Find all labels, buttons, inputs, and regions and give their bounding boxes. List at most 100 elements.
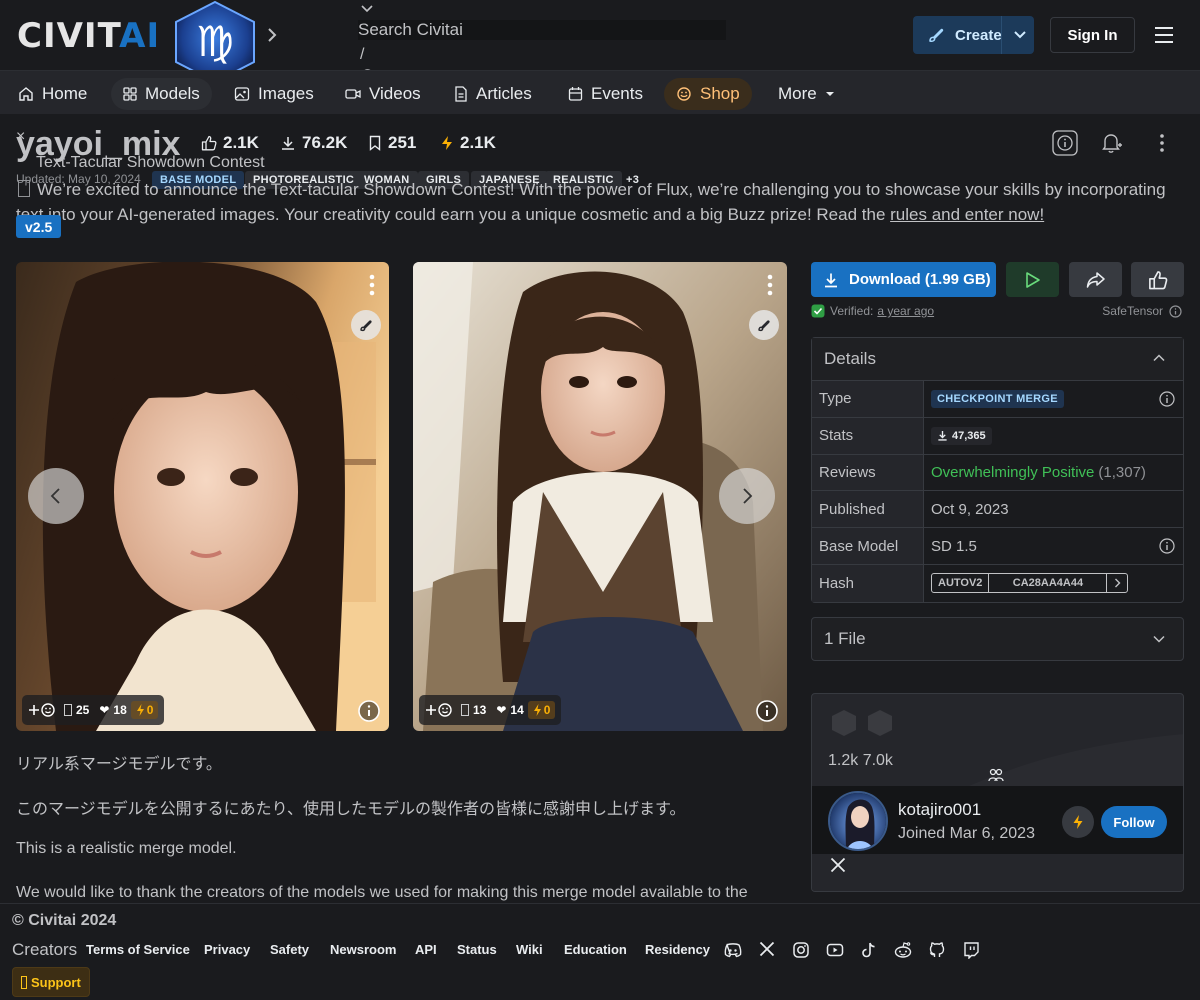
nav-models[interactable]: Models [111, 78, 212, 110]
lightning-icon [533, 704, 541, 716]
creator-avatar[interactable] [828, 791, 888, 851]
details-row-type: Type CHECKPOINT MERGE [812, 381, 1183, 418]
footer-link-status[interactable]: Status [457, 942, 497, 957]
remix-button[interactable] [749, 310, 779, 340]
bookmarks-stat: 251 [368, 133, 416, 153]
footer-link-creators[interactable]: Creators [12, 940, 77, 960]
details-row-published: Published Oct 9, 2023 [812, 491, 1183, 529]
image-icon [234, 87, 250, 101]
creator-username[interactable]: kotajiro001 [898, 800, 981, 820]
nav-articles-label: Articles [476, 84, 532, 103]
buzz-tip-button[interactable]: 0 [527, 701, 556, 719]
youtube-icon[interactable] [826, 941, 844, 959]
footer-link-api[interactable]: API [415, 942, 437, 957]
nav-home[interactable]: Home [8, 78, 97, 110]
verified-time-link[interactable]: a year ago [877, 304, 934, 318]
civitai-logo[interactable]: CIVITAI [17, 19, 160, 53]
hamburger-menu-icon[interactable] [1154, 26, 1174, 44]
info-icon[interactable] [1159, 391, 1175, 407]
verified-status: Verified: a year ago [811, 304, 934, 318]
svg-text:♍: ♍ [196, 17, 234, 66]
thumbs-up-icon [201, 135, 217, 151]
hash-next-icon[interactable] [1107, 578, 1127, 588]
footer-link-privacy[interactable]: Privacy [204, 942, 250, 957]
details-key: Reviews [812, 454, 924, 491]
buzz-count: 2.1K [460, 133, 496, 152]
nav-shop[interactable]: Shop [664, 78, 752, 110]
github-icon[interactable] [928, 941, 946, 959]
share-icon [1086, 271, 1105, 288]
chevron-down-icon[interactable] [1013, 28, 1027, 42]
chevron-down-icon[interactable] [360, 4, 374, 14]
nav-articles[interactable]: Articles [444, 78, 542, 110]
video-icon [345, 89, 361, 99]
share-button[interactable] [1069, 262, 1122, 297]
info-icon[interactable] [1052, 130, 1078, 156]
footer-link-residency[interactable]: Residency [645, 942, 710, 957]
reddit-icon[interactable] [893, 941, 913, 959]
footer-copyright: © Civitai 2024 [12, 912, 117, 929]
hash-box[interactable]: AUTOV2 CA28AA4A44 [931, 573, 1129, 594]
instagram-icon[interactable] [792, 941, 810, 959]
image-menu-icon[interactable] [767, 274, 773, 296]
x-social-icon[interactable] [830, 857, 846, 873]
stats-downloads: 47,365 [952, 429, 986, 442]
carousel-next-button[interactable] [719, 468, 775, 524]
add-reaction-icon[interactable] [28, 702, 56, 718]
nav-events-label: Events [591, 84, 643, 103]
image-info-icon[interactable] [357, 699, 381, 723]
home-icon [19, 87, 33, 101]
search-input[interactable] [358, 20, 726, 40]
support-button[interactable]: Support [12, 967, 90, 997]
chevron-up-icon[interactable] [1153, 354, 1165, 362]
discord-icon[interactable] [724, 941, 742, 959]
chevron-right-icon[interactable] [264, 26, 280, 44]
likes-count: 2.1K [223, 133, 259, 152]
hash-value[interactable]: CA28AA4A44 [989, 574, 1108, 593]
heart-icon[interactable]: ❤ [496, 703, 506, 717]
nav-shop-label: Shop [700, 84, 740, 103]
notification-bell-icon[interactable] [1098, 130, 1124, 156]
add-reaction-icon[interactable] [425, 702, 453, 718]
buzz-tip-button[interactable]: 0 [130, 701, 159, 719]
more-options-icon[interactable] [1149, 130, 1175, 156]
reviews-summary-link[interactable]: Overwhelmingly Positive [931, 464, 1094, 481]
details-header[interactable]: Details [812, 338, 1183, 381]
create-button[interactable]: Create [913, 16, 1034, 54]
sign-in-button[interactable]: Sign In [1050, 17, 1135, 53]
image-info-icon[interactable] [755, 699, 779, 723]
footer-link-terms[interactable]: Terms of Service [86, 942, 190, 957]
image-menu-icon[interactable] [369, 274, 375, 296]
description-paragraph: We would like to thank the creators of t… [16, 884, 748, 901]
follow-button[interactable]: Follow [1101, 806, 1167, 838]
files-accordion[interactable]: 1 File [811, 617, 1184, 661]
remix-button[interactable] [351, 310, 381, 340]
like-button[interactable] [1131, 262, 1184, 297]
nav-events[interactable]: Events [558, 78, 653, 110]
nav-videos[interactable]: Videos [335, 78, 431, 110]
lightning-icon [442, 136, 452, 150]
x-social-icon[interactable] [759, 941, 775, 957]
tip-buzz-button[interactable] [1062, 806, 1094, 838]
footer-link-education[interactable]: Education [564, 942, 627, 957]
play-button[interactable] [1006, 262, 1059, 297]
chevron-down-icon[interactable] [1153, 635, 1165, 643]
nav-more[interactable]: More [768, 78, 853, 110]
hash-type[interactable]: AUTOV2 [932, 574, 990, 593]
nav-images[interactable]: Images [224, 78, 324, 110]
carousel-prev-button[interactable] [28, 468, 84, 524]
version-badge[interactable]: v2.5 [16, 215, 62, 238]
tiktok-icon[interactable] [860, 941, 878, 959]
buzz-stat: 2.1K [440, 133, 496, 153]
footer-link-wiki[interactable]: Wiki [516, 942, 543, 957]
info-icon[interactable] [1159, 538, 1175, 554]
support-label: Support [31, 974, 81, 990]
twitch-icon[interactable] [962, 941, 980, 959]
contest-close-icon[interactable]: × [16, 128, 25, 146]
download-button[interactable]: Download (1.99 GB) [811, 262, 996, 297]
footer-link-newsroom[interactable]: Newsroom [330, 942, 396, 957]
footer-link-safety[interactable]: Safety [270, 942, 309, 957]
heart-icon[interactable]: ❤ [99, 703, 109, 717]
info-icon[interactable] [1169, 304, 1182, 318]
contest-rules-link[interactable]: rules and enter now! [890, 205, 1044, 224]
